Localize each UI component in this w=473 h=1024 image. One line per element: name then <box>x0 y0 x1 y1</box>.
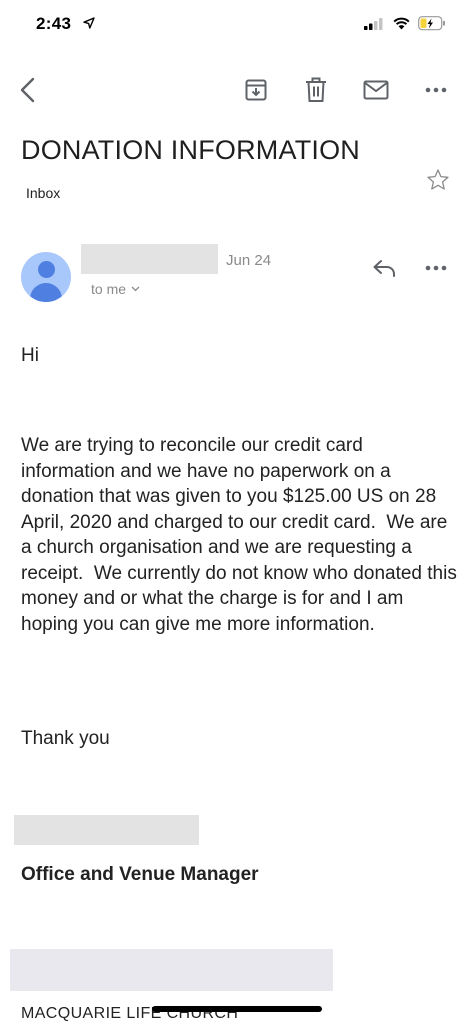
wifi-icon <box>393 17 410 30</box>
sender-name-redacted <box>81 244 218 274</box>
delete-icon <box>306 77 326 102</box>
recipient-details[interactable]: to me <box>91 281 140 297</box>
avatar-person-icon <box>38 261 55 278</box>
location-arrow-icon <box>83 17 95 29</box>
battery-charging-icon <box>418 16 445 31</box>
inbox-label[interactable]: Inbox <box>26 185 60 201</box>
reply-button[interactable] <box>366 250 402 286</box>
reply-icon <box>373 260 395 277</box>
signature-contact-redacted <box>10 949 333 991</box>
status-time: 2:43 <box>36 14 72 33</box>
chevron-down-icon <box>131 286 140 292</box>
cellular-signal-icon <box>364 18 383 30</box>
email-greeting: Hi <box>21 345 39 366</box>
email-subject: DONATION INFORMATION <box>21 135 360 165</box>
email-date: Jun 24 <box>226 252 272 269</box>
star-button[interactable] <box>420 162 456 198</box>
signature-title: Office and Venue Manager <box>21 864 259 885</box>
more-options-button[interactable] <box>418 72 454 108</box>
mark-unread-button[interactable] <box>358 72 394 108</box>
archive-icon <box>245 79 267 101</box>
archive-button[interactable] <box>238 72 274 108</box>
signature-name-redacted <box>14 815 199 845</box>
message-more-button[interactable] <box>418 250 454 286</box>
status-bar: 2:43 <box>0 0 473 50</box>
sender-avatar[interactable] <box>21 252 71 302</box>
recipient-label: to me <box>91 281 127 297</box>
star-icon <box>427 169 449 190</box>
delete-button[interactable] <box>298 72 334 108</box>
back-icon <box>20 77 35 103</box>
home-indicator[interactable] <box>152 1006 322 1012</box>
back-button[interactable] <box>10 72 46 108</box>
more-vertical-icon <box>425 87 447 93</box>
mark-unread-icon <box>363 80 389 100</box>
email-body: We are trying to reconcile our credit ca… <box>21 435 463 635</box>
email-closing: Thank you <box>21 728 110 749</box>
more-horizontal-icon <box>425 265 447 271</box>
